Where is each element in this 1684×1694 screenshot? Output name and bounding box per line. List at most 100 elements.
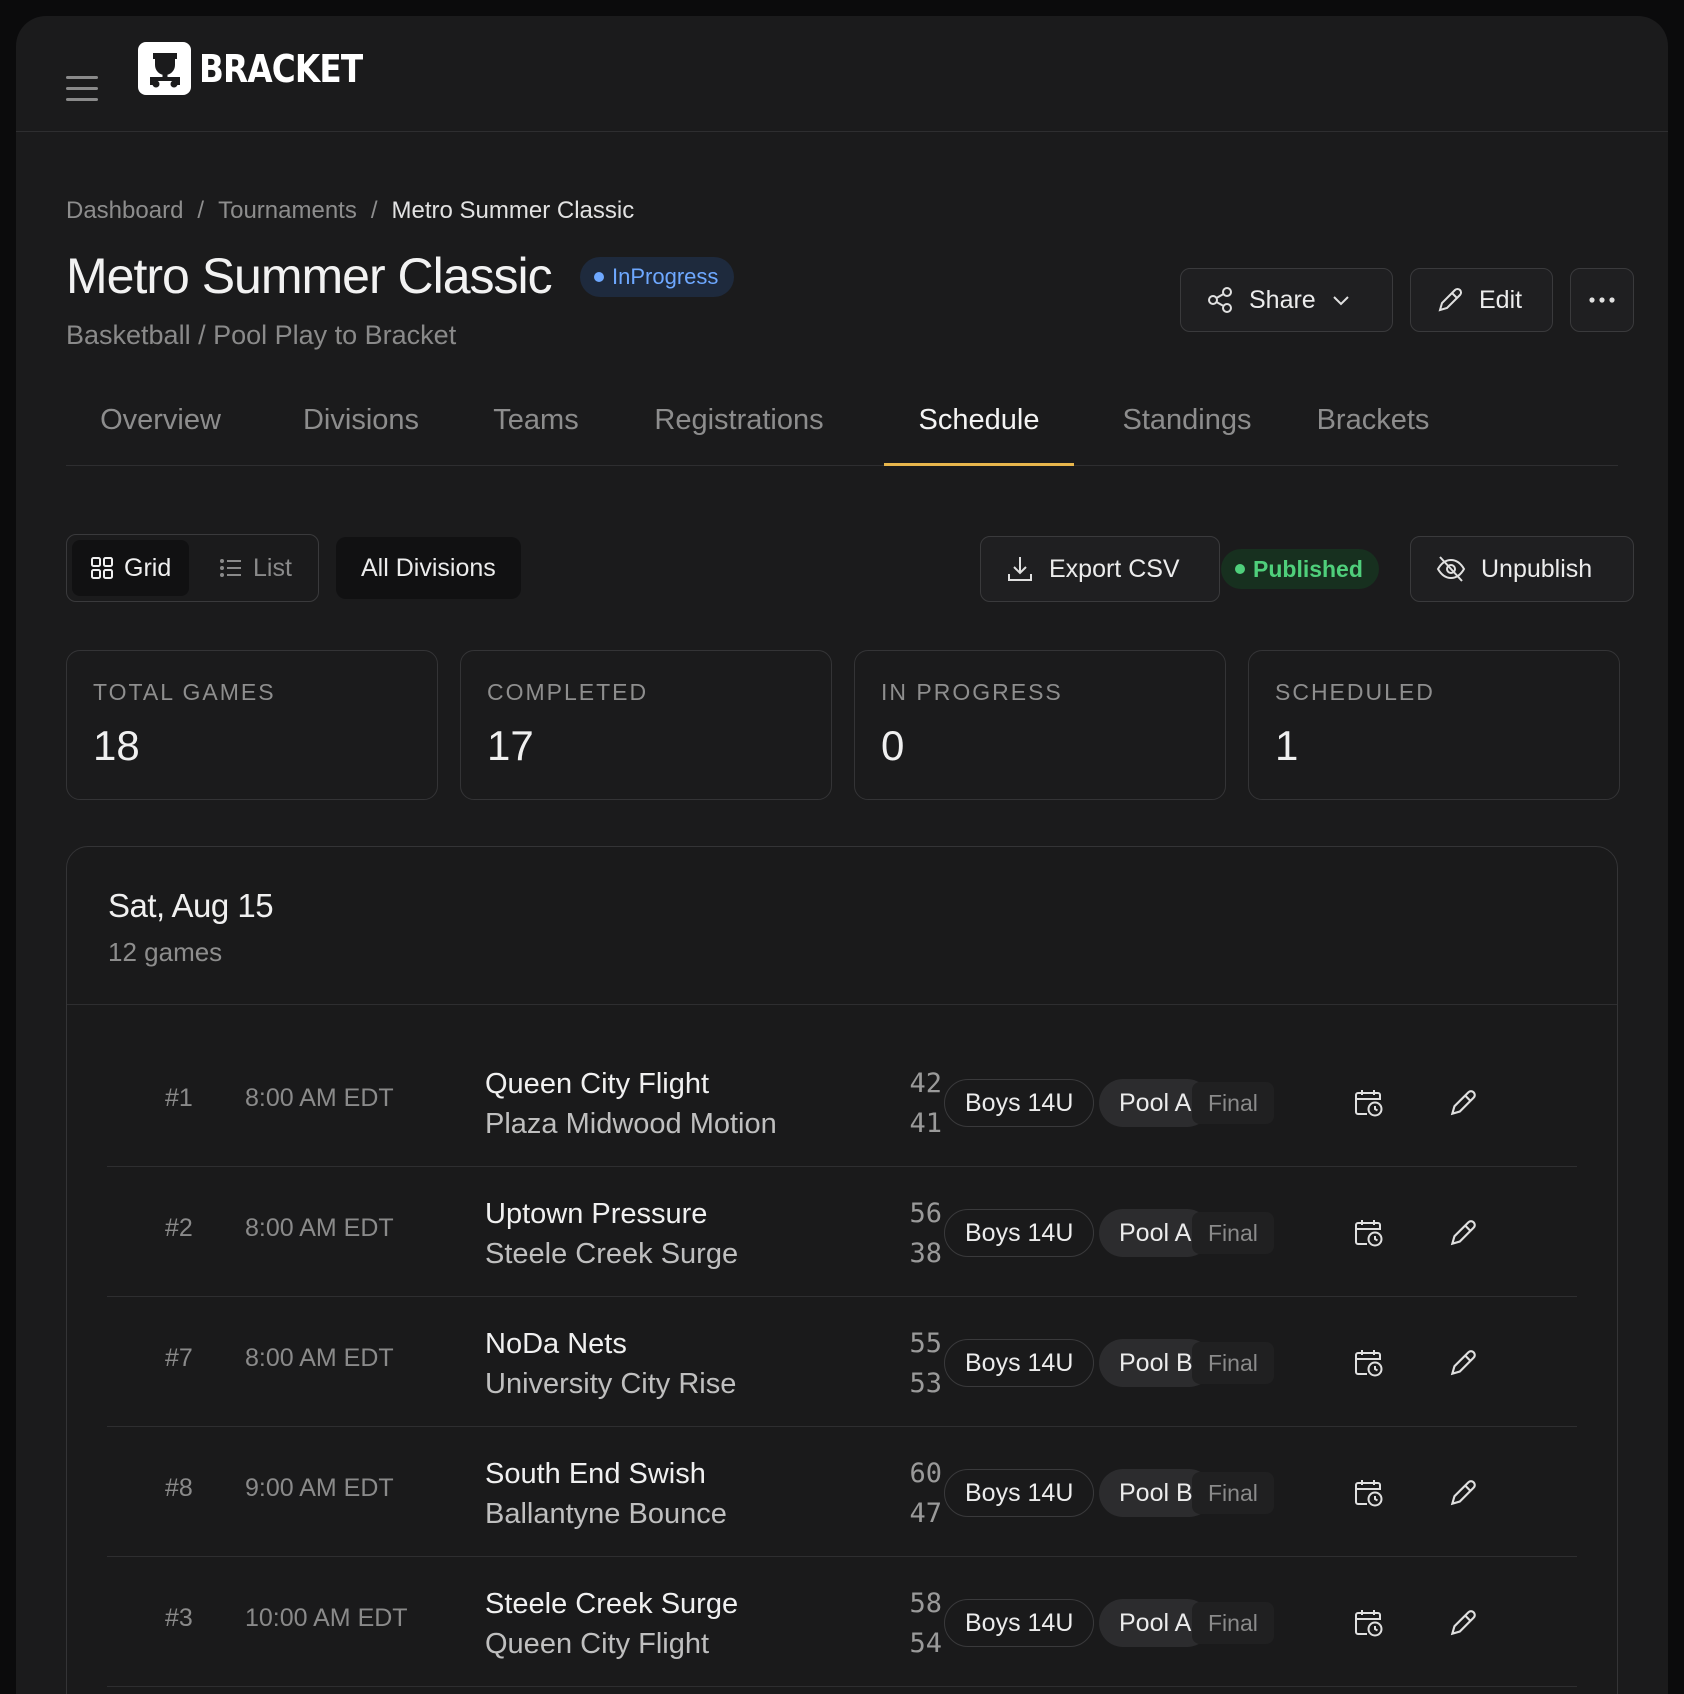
game-row[interactable]: #1 8:00 AM EDT Queen City Flight Plaza Midw… — [107, 1037, 1577, 1167]
app-window: BRACKET Dashboard / Tournaments / Metro … — [16, 16, 1668, 1694]
trophy-logo-icon — [138, 42, 191, 95]
away-score: 41 — [909, 1108, 942, 1139]
division-tag: Boys 14U — [944, 1469, 1095, 1517]
edit-label: Edit — [1479, 285, 1523, 314]
tab-teams[interactable]: Teams — [471, 396, 601, 466]
game-status: Final — [1192, 1472, 1274, 1514]
day-date: Sat, Aug 15 — [108, 887, 274, 924]
status-dot — [594, 272, 604, 282]
game-time: 10:00 AM EDT — [245, 1604, 408, 1632]
home-score: 58 — [909, 1588, 942, 1619]
tab-bar: Overview Divisions Teams Registrations S… — [66, 396, 1618, 466]
pencil-icon — [1438, 287, 1463, 312]
stat-label: SCHEDULED — [1275, 679, 1435, 705]
game-teams: South End Swish Ballantyne Bounce — [485, 1454, 727, 1534]
stat-value: 1 — [1275, 722, 1299, 769]
unpublish-label: Unpublish — [1481, 554, 1593, 583]
export-csv-button[interactable]: Export CSV — [980, 536, 1220, 602]
away-team[interactable]: Queen City Flight — [485, 1624, 738, 1664]
home-score: 55 — [909, 1328, 942, 1359]
game-number: #2 — [165, 1214, 193, 1242]
breadcrumb-tournaments[interactable]: Tournaments — [218, 197, 357, 225]
game-number: #8 — [165, 1474, 193, 1502]
eye-off-icon — [1436, 556, 1466, 582]
away-score: 47 — [909, 1498, 942, 1529]
home-team[interactable]: Queen City Flight — [485, 1064, 777, 1104]
game-teams: Uptown Pressure Steele Creek Surge — [485, 1194, 738, 1274]
game-row[interactable]: #8 9:00 AM EDT South End Swish Ballantyne B… — [107, 1427, 1577, 1557]
edit-game-icon[interactable] — [1443, 1343, 1483, 1383]
stat-card-total: TOTAL GAMES 18 — [66, 650, 438, 800]
game-scores: 60 47 — [882, 1454, 942, 1534]
list-label: List — [253, 553, 292, 582]
stat-card-in-progress: IN PROGRESS 0 — [854, 650, 1226, 800]
game-teams: NoDa Nets University City Rise — [485, 1324, 736, 1404]
share-button[interactable]: Share — [1180, 268, 1393, 332]
calendar-clock-icon[interactable] — [1349, 1083, 1389, 1123]
breadcrumb-dashboard[interactable]: Dashboard — [66, 197, 183, 225]
grid-view-button[interactable]: Grid — [72, 540, 190, 596]
published-label: Published — [1253, 555, 1363, 582]
game-time: 9:00 AM EDT — [245, 1474, 394, 1502]
menu-icon[interactable] — [66, 76, 98, 104]
day-game-count: 12 games — [108, 937, 223, 967]
game-row[interactable]: #2 8:00 AM EDT Uptown Pressure Steele Creek… — [107, 1167, 1577, 1297]
list-view-button[interactable]: List — [201, 540, 310, 596]
page-subtitle: Basketball / Pool Play to Bracket — [66, 320, 457, 350]
game-teams: Queen City Flight Plaza Midwood Motion — [485, 1064, 777, 1144]
home-score: 42 — [909, 1068, 942, 1099]
game-status: Final — [1192, 1602, 1274, 1644]
game-number: #3 — [165, 1604, 193, 1632]
unpublish-button[interactable]: Unpublish — [1410, 536, 1634, 602]
tab-registrations[interactable]: Registrations — [626, 396, 852, 466]
division-filter[interactable]: All Divisions — [336, 537, 521, 599]
view-toggle: Grid List — [66, 534, 319, 602]
away-team[interactable]: Plaza Midwood Motion — [485, 1104, 777, 1144]
home-team[interactable]: Uptown Pressure — [485, 1194, 738, 1234]
tab-standings[interactable]: Standings — [1102, 396, 1272, 466]
stat-card-completed: COMPLETED 17 — [460, 650, 832, 800]
tab-schedule[interactable]: Schedule — [884, 396, 1074, 466]
breadcrumb-current: Metro Summer Classic — [391, 197, 635, 224]
division-tag: Boys 14U — [944, 1079, 1095, 1127]
tab-overview[interactable]: Overview — [66, 396, 255, 466]
status-label: InProgress — [612, 264, 719, 289]
stat-label: IN PROGRESS — [881, 679, 1063, 705]
calendar-clock-icon[interactable] — [1349, 1603, 1389, 1643]
away-team[interactable]: Steele Creek Surge — [485, 1234, 738, 1274]
page-title: Metro Summer Classic — [66, 248, 553, 304]
share-label: Share — [1249, 285, 1316, 314]
home-team[interactable]: NoDa Nets — [485, 1324, 736, 1364]
game-time: 8:00 AM EDT — [245, 1344, 394, 1372]
home-team[interactable]: South End Swish — [485, 1454, 727, 1494]
tab-brackets[interactable]: Brackets — [1298, 396, 1448, 466]
home-team[interactable]: Steele Creek Surge — [485, 1584, 738, 1624]
home-score: 56 — [909, 1198, 942, 1229]
app-logo[interactable]: BRACKET — [138, 42, 389, 95]
edit-game-icon[interactable] — [1443, 1473, 1483, 1513]
edit-game-icon[interactable] — [1443, 1603, 1483, 1643]
game-number: #1 — [165, 1084, 193, 1112]
game-status: Final — [1192, 1342, 1274, 1384]
calendar-clock-icon[interactable] — [1349, 1213, 1389, 1253]
edit-button[interactable]: Edit — [1410, 268, 1553, 332]
list-icon — [220, 559, 241, 577]
tab-divisions[interactable]: Divisions — [286, 396, 436, 466]
stat-value: 17 — [487, 722, 534, 769]
division-tag: Boys 14U — [944, 1209, 1095, 1257]
game-row[interactable]: #7 8:00 AM EDT NoDa Nets University City Ri… — [107, 1297, 1577, 1427]
away-score: 53 — [909, 1368, 942, 1399]
division-tag: Boys 14U — [944, 1339, 1095, 1387]
home-score: 60 — [909, 1458, 942, 1489]
game-row[interactable]: #3 10:00 AM EDT Steele Creek Surge Queen Ci… — [107, 1557, 1577, 1687]
away-team[interactable]: Ballantyne Bounce — [485, 1494, 727, 1534]
edit-game-icon[interactable] — [1443, 1083, 1483, 1123]
away-team[interactable]: University City Rise — [485, 1364, 736, 1404]
calendar-clock-icon[interactable] — [1349, 1473, 1389, 1513]
more-button[interactable] — [1570, 268, 1634, 332]
status-badge: InProgress — [580, 257, 735, 297]
grid-label: Grid — [124, 553, 172, 582]
edit-game-icon[interactable] — [1443, 1213, 1483, 1253]
calendar-clock-icon[interactable] — [1349, 1343, 1389, 1383]
breadcrumb-separator: / — [370, 197, 378, 224]
